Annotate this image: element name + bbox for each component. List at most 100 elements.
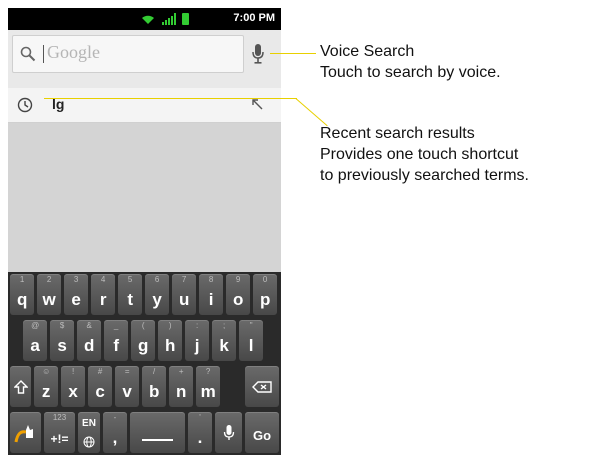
key-x[interactable]: ! x (61, 366, 86, 407)
search-bar-area: Google (8, 30, 281, 91)
key-g[interactable]: (g (131, 320, 156, 361)
space-key[interactable] (130, 412, 185, 453)
key-u[interactable]: 7u (172, 274, 197, 315)
comma-key-sub: - (113, 413, 117, 422)
go-key[interactable]: Go (245, 412, 279, 453)
text-cursor (43, 45, 44, 63)
key-sub-label: ! (72, 367, 75, 376)
clock-icon (17, 97, 33, 113)
key-label: i (208, 290, 214, 309)
key-o[interactable]: 9o (226, 274, 251, 315)
symbols-key-label: +!= (50, 432, 69, 446)
key-sub-label: 3 (73, 275, 79, 284)
key-sub-label: 4 (100, 275, 106, 284)
key-sub-label: : (196, 321, 199, 330)
key-d[interactable]: & d (77, 320, 102, 361)
signal-icon (162, 13, 176, 25)
recent-search-callout-line (44, 98, 297, 99)
key-i[interactable]: 8i (199, 274, 224, 315)
microphone-icon (223, 424, 234, 440)
microphone-icon[interactable] (251, 43, 265, 65)
key-sub-label: 1 (19, 275, 25, 284)
recent-search-item[interactable]: lg (8, 88, 281, 123)
key-label: p (259, 290, 271, 309)
key-label: a (30, 336, 40, 355)
key-label: z (41, 382, 51, 401)
voice-search-title: Voice Search (320, 43, 415, 60)
key-label: u (178, 290, 190, 309)
key-sub-label: # (97, 367, 103, 376)
key-l[interactable]: " l (239, 320, 264, 361)
key-q[interactable]: 1q (10, 274, 35, 315)
globe-icon (83, 436, 95, 448)
search-icon (20, 46, 36, 62)
go-key-label: Go (252, 428, 272, 443)
key-p[interactable]: 0p (253, 274, 278, 315)
key-sub-label: ( (141, 321, 145, 330)
key-e[interactable]: 3e (64, 274, 89, 315)
recent-search-callout: Recent search results Provides one touch… (320, 123, 529, 186)
key-a[interactable]: @ a (23, 320, 48, 361)
wifi-icon (142, 15, 154, 24)
key-label: q (16, 290, 28, 309)
key-v[interactable]: = v (115, 366, 140, 407)
key-t[interactable]: 5t (118, 274, 143, 315)
key-sub-label: 5 (127, 275, 133, 284)
voice-search-description: Touch to search by voice. (320, 64, 501, 81)
key-sub-label: @ (31, 321, 40, 330)
arrow-up-left-icon[interactable] (251, 98, 263, 110)
voice-input-key[interactable] (215, 412, 242, 453)
gesture-key[interactable] (10, 412, 41, 453)
key-sub-label: ) (168, 321, 172, 330)
key-label: j (194, 336, 200, 355)
swype-hand-icon (14, 424, 33, 442)
key-sub-label: ☺ (42, 367, 51, 376)
recent-search-title: Recent search results (320, 125, 475, 142)
key-label: t (127, 290, 133, 309)
key-label: l (248, 336, 254, 355)
key-sub-label: + (178, 367, 184, 376)
key-label: o (232, 290, 244, 309)
key-b[interactable]: / b (142, 366, 167, 407)
key-z[interactable]: ☺ z (34, 366, 59, 407)
shift-icon (13, 379, 28, 394)
voice-search-callout: Voice Search Touch to search by voice. (320, 41, 501, 83)
key-sub-label: & (86, 321, 92, 330)
backspace-key[interactable] (245, 366, 279, 407)
key-r[interactable]: 4r (91, 274, 116, 315)
search-input[interactable]: Google (12, 35, 244, 73)
key-label: m (200, 382, 216, 401)
comma-key-label: , (112, 428, 118, 447)
key-sub-label: / (153, 367, 156, 376)
key-y[interactable]: 6y (145, 274, 170, 315)
key-m[interactable]: ? m (196, 366, 221, 407)
key-s[interactable]: $ s (50, 320, 75, 361)
key-c[interactable]: # c (88, 366, 113, 407)
key-label: f (113, 336, 119, 355)
key-label: h (164, 336, 176, 355)
on-screen-keyboard: 1q2w3e4r5t6y7u8i9o0p @ a $ s & d _ f(g) h: j; k " l … (8, 272, 281, 455)
key-f[interactable]: _ f (104, 320, 129, 361)
key-label: d (83, 336, 95, 355)
recent-search-description-line-1: Provides one touch shortcut (320, 146, 519, 163)
key-label: k (219, 336, 229, 355)
period-key-sub: ' (199, 413, 201, 422)
language-key-label: EN (82, 418, 96, 429)
recent-search-description-line-2: to previously searched terms. (320, 167, 529, 184)
key-label: s (57, 336, 67, 355)
key-w[interactable]: 2w (37, 274, 62, 315)
shift-key[interactable] (10, 366, 31, 407)
period-key[interactable]: ' . (188, 412, 212, 453)
key-j[interactable]: :j (185, 320, 210, 361)
key-k[interactable]: ; k (212, 320, 237, 361)
symbols-key[interactable]: 123 +!= (44, 412, 75, 453)
voice-search-callout-line (270, 53, 316, 54)
language-key[interactable]: EN (78, 412, 100, 453)
key-sub-label: 0 (262, 275, 268, 284)
status-bar: 7:00 PM (8, 8, 281, 30)
key-sub-label: ; (223, 321, 226, 330)
key-n[interactable]: + n (169, 366, 194, 407)
comma-key[interactable]: - , (103, 412, 127, 453)
backspace-icon (252, 380, 272, 393)
key-h[interactable]: ) h (158, 320, 183, 361)
